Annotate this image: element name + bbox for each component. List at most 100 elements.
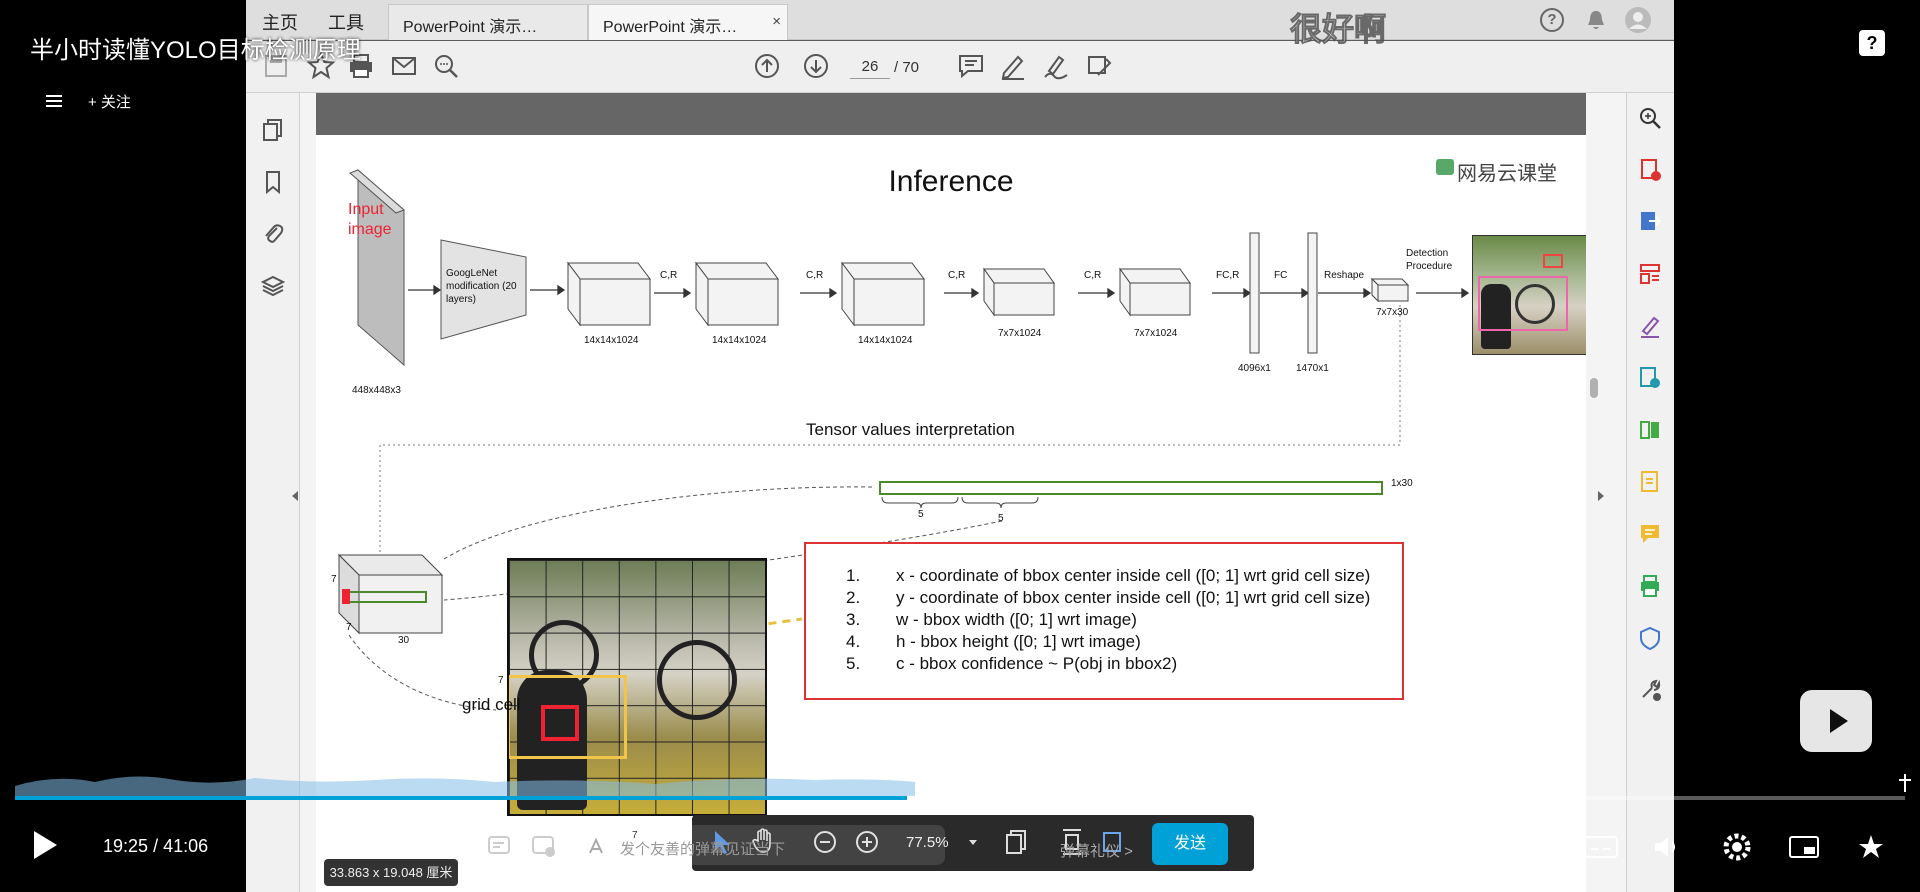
page-thumbnails-icon[interactable] [260, 117, 286, 143]
stamp-icon[interactable] [1084, 51, 1114, 81]
page-total: / 70 [894, 59, 920, 76]
list-item: 5. c - bbox confidence ~ P(obj in bbox2) [846, 654, 1178, 673]
attachments-icon[interactable] [260, 221, 286, 247]
cube-dim-label: 7 [346, 622, 352, 633]
five-label: 5 [918, 509, 924, 520]
follow-button[interactable]: + 关注 [88, 91, 131, 112]
progress-marker-icon[interactable] [1896, 772, 1914, 794]
time-separator: / [153, 836, 159, 856]
bell-icon[interactable] [1585, 8, 1607, 32]
page-view-icon[interactable] [1004, 829, 1028, 855]
previous-page-icon[interactable] [752, 51, 782, 81]
export-pdf-icon[interactable] [1637, 209, 1663, 235]
tensor-interpretation-heading: Tensor values interpretation [806, 420, 1015, 439]
create-pdf-icon[interactable] [1637, 157, 1663, 183]
arrow-label: FC,R [1216, 270, 1240, 281]
arrow-label: C,R [1084, 270, 1102, 281]
bilibili-logo-icon [1800, 690, 1872, 752]
list-item: 2. y - coordinate of bbox center inside c… [846, 588, 1371, 607]
cube-dim-label: 30 [398, 635, 410, 646]
next-page-icon[interactable] [801, 51, 831, 81]
heat-wave-graph [15, 776, 915, 796]
email-icon[interactable] [389, 51, 419, 81]
page-top-band [316, 93, 1586, 135]
account-avatar-icon[interactable] [1624, 6, 1652, 34]
scrollbar-thumb[interactable] [1590, 378, 1598, 398]
current-time: 19:25 [103, 836, 149, 856]
close-tab-icon[interactable]: × [772, 13, 781, 30]
danmaku-toggle-icon[interactable] [486, 832, 514, 860]
zoom-dropdown-chevron-icon[interactable] [968, 839, 978, 847]
vector-size-label: 1x30 [1391, 478, 1413, 489]
pdf-reader-screenshot: 主页 工具 PowerPoint 演示… PowerPoint 演示… × ? … [246, 0, 1674, 892]
uploader-menu-icon[interactable] [44, 94, 64, 108]
detection-box [1478, 276, 1568, 331]
layers-icon[interactable] [260, 273, 286, 299]
organize-pages-icon[interactable] [1637, 261, 1663, 287]
arrow-label: Reshape [1324, 270, 1365, 281]
danmaku-etiquette-link[interactable]: 弹幕礼仪 > [1060, 840, 1133, 861]
tab-label: PowerPoint 演示… [603, 19, 738, 36]
widescreen-icon[interactable] [1856, 832, 1886, 862]
page-number-input[interactable]: 26 [850, 55, 890, 79]
volume-icon[interactable] [1652, 834, 1680, 860]
input-image-label: Input image [348, 201, 392, 238]
arrow-label: C,R [948, 270, 966, 281]
list-item: 3. w - bbox width ([0; 1] wrt image) [846, 610, 1137, 629]
arrow-label: C,R [660, 270, 678, 281]
total-time: 41:06 [163, 836, 209, 856]
block-size-label: 14x14x1024 [712, 335, 767, 346]
help-icon[interactable]: ? [1540, 8, 1564, 32]
collapse-left-panel-icon[interactable] [290, 489, 300, 503]
grid-cell-highlight [541, 705, 579, 741]
help-icon[interactable]: ? [1859, 30, 1885, 56]
print-production-icon[interactable] [1637, 573, 1663, 599]
bookmarks-icon[interactable] [260, 169, 286, 195]
tab-document-2[interactable]: PowerPoint 演示… × [588, 4, 788, 40]
protect-icon[interactable] [1637, 625, 1663, 651]
reader-toolbar: 26 / 70 [246, 41, 1674, 93]
grid-cell-label: grid cell [462, 695, 521, 714]
page-size-readout: 33.863 x 19.048 厘米 [324, 859, 458, 886]
grid-dim-label: 7 [498, 675, 504, 686]
zoom-in-icon[interactable] [1637, 105, 1663, 131]
highlight-pen-icon[interactable] [998, 51, 1028, 81]
text-style-icon[interactable] [587, 838, 605, 856]
list-item: 4. h - bbox height ([0; 1] wrt image) [846, 632, 1141, 651]
right-tools-rail [1626, 93, 1674, 892]
progress-played [15, 796, 908, 800]
find-icon[interactable] [431, 51, 461, 81]
subtitle-icon[interactable] [1583, 834, 1619, 860]
more-tools-icon[interactable] [1637, 677, 1663, 703]
block-size-label: 7x7x1024 [998, 328, 1042, 339]
page-scrollbar[interactable] [1586, 93, 1626, 892]
picture-in-picture-icon[interactable] [1788, 834, 1820, 860]
fill-sign-icon[interactable] [1637, 313, 1663, 339]
danmaku-watermark: 很好啊 [1289, 11, 1387, 48]
comment-icon[interactable] [956, 51, 986, 81]
download-button[interactable]: 下载 [1304, 836, 1342, 863]
play-icon[interactable] [30, 828, 60, 862]
danmaku-settings-icon[interactable] [530, 832, 558, 860]
collapse-right-panel-icon[interactable] [1596, 489, 1606, 503]
edit-pdf-icon[interactable] [1637, 469, 1663, 495]
tab-label: PowerPoint 演示… [403, 19, 538, 36]
send-danmaku-button[interactable]: 发送 [1152, 823, 1228, 865]
send-for-review-icon[interactable] [1637, 365, 1663, 391]
video-title: 半小时读懂YOLO目标检测原理 [30, 37, 361, 64]
list-item: 1. x - coordinate of bbox center inside c… [846, 566, 1371, 585]
detection-result-photo [1472, 235, 1592, 355]
fc-size-label: 4096x1 [1238, 363, 1271, 374]
detection-procedure-label: Detection Procedure [1406, 248, 1453, 272]
reader-tab-bar: 主页 工具 PowerPoint 演示… PowerPoint 演示… × ? [246, 0, 1674, 40]
googlenet-label: GoogLeNet modification (20 layers) [446, 268, 517, 305]
quality-selector[interactable]: 1080P 高清 [1368, 836, 1466, 863]
video-player[interactable]: 主页 工具 PowerPoint 演示… PowerPoint 演示… × ? … [0, 0, 1920, 892]
compare-files-icon[interactable] [1637, 417, 1663, 443]
sign-icon[interactable] [1041, 51, 1071, 81]
tab-document-1[interactable]: PowerPoint 演示… [388, 4, 588, 40]
comment-tool-icon[interactable] [1637, 521, 1663, 547]
settings-gear-icon[interactable] [1722, 832, 1752, 862]
five-label: 5 [998, 513, 1004, 524]
speed-selector[interactable]: 2.5x [1490, 836, 1526, 858]
